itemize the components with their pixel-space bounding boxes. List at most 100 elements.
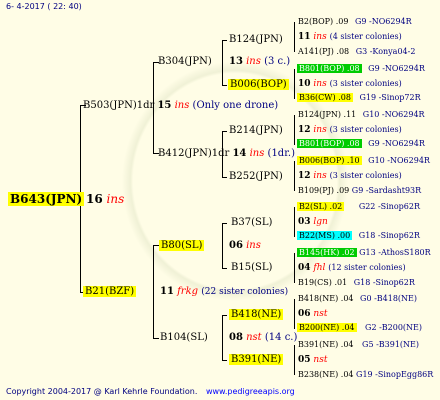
gen3-b-label: B006(BOP) — [228, 79, 289, 90]
gen4-11-info: G9 -Sardasht93R — [351, 186, 422, 195]
connector-g2-b-2 — [222, 177, 227, 178]
gen2-c-num: 06 — [229, 240, 243, 251]
gen2-d-ins: nst — [246, 332, 262, 343]
gen4-row-19: 06 nst — [298, 309, 327, 319]
gen4-row-9[interactable]: B006(BOP) .10 G10 -NO6294R — [297, 156, 430, 165]
gen4-row-12[interactable]: B2(SL) .02 G22 -Sinop62R — [297, 202, 420, 211]
gen4-row-8[interactable]: B801(BOP) .08 G9 -NO6294R — [297, 139, 425, 148]
gen2-c-ins: ins — [246, 240, 261, 251]
gen3-h-node[interactable]: B391(NE) — [229, 354, 284, 365]
gen4-23-info: G19 -SinopEgg86R — [356, 370, 434, 379]
gen3-g-label: B418(NE) — [229, 309, 284, 320]
gen4-13-ins: lgn — [313, 217, 328, 227]
connector-g3-b — [294, 69, 295, 99]
gen2a-ins: ins — [246, 56, 261, 67]
gen4-7-ins: ins — [313, 125, 327, 135]
gen3-c-label: B214(JPN) — [229, 125, 283, 136]
connector-g3-h — [294, 345, 295, 375]
gen4-row-23[interactable]: B238(NE) .04 G19 -SinopEgg86R — [298, 370, 433, 379]
gen4-22-label: 05 — [298, 355, 311, 365]
gen3-c-node[interactable]: B214(JPN) — [229, 125, 283, 136]
gen4-4-label: 10 — [298, 79, 311, 89]
gen4-8-label: B801(BOP) .08 — [297, 139, 362, 148]
gen3-b-node[interactable]: B006(BOP) — [228, 79, 289, 90]
gen4-row-21[interactable]: B391(NE) .04 G5 -B391(NE) — [298, 340, 419, 349]
connector-g3-c — [294, 115, 295, 145]
gen1-top-note: (Only one drone) — [192, 100, 279, 111]
gen4-row-0[interactable]: B2(BOP) .09 G9 -NO6294R — [298, 17, 412, 26]
gen4-21-label: B391(NE) .04 — [298, 340, 354, 349]
gen4-0-label: B2(BOP) .09 — [298, 17, 349, 26]
gen3-f-label: B15(SL) — [231, 262, 273, 273]
gen4-row-17[interactable]: B19(CS) .01 G18 -Sinop62R — [298, 278, 415, 287]
gen4-10-label: 12 — [298, 171, 311, 181]
gen4-row-5[interactable]: B36(CW) .08 G19 -Sinop72R — [297, 93, 421, 102]
gen3-g-node[interactable]: B418(NE) — [229, 309, 284, 320]
gen4-row-18[interactable]: B418(NE) .04 G0 -B418(NE) — [298, 294, 417, 303]
gen4-3-info: G9 -NO6294R — [368, 64, 425, 73]
gen1-bottom-node[interactable]: B21(BZF) — [83, 286, 137, 297]
gen2-b-note: (1dr.) — [267, 148, 295, 159]
footer-copyright: Copyright 2004-2017 @ Karl Kehrle Founda… — [6, 387, 198, 396]
gen4-6-label: B124(JPN) .11 — [298, 110, 357, 119]
connector-g1-bottom — [153, 245, 154, 338]
gen4-row-14[interactable]: B22(MS) .00 G18 -Sinop62R — [297, 231, 420, 240]
gen4-11-label: B109(PJ) .09 — [298, 186, 350, 195]
gen4-row-13: 03 lgn — [298, 217, 328, 227]
gen2a-info: 13 ins (3 c.) — [229, 56, 290, 67]
connector-g3-f — [294, 253, 295, 283]
gen4-9-label: B006(BOP) .10 — [297, 156, 362, 165]
gen2-d-node[interactable]: B104(SL) — [160, 332, 208, 343]
gen4-12-info: G22 -Sinop62R — [358, 202, 420, 211]
connector-g3-a — [294, 22, 295, 52]
gen4-22-ins: nst — [313, 355, 328, 365]
gen1-bottom-info: 11 frkg (22 sister colonies) — [160, 286, 288, 297]
gen4-15-info: G13 -AthosS180R — [359, 248, 431, 257]
gen4-10-ins: ins — [313, 171, 327, 181]
gen4-7-note: (3 sister colonies) — [329, 125, 402, 134]
gen4-row-16: 04 fhl (12 sister colonies) — [298, 263, 406, 273]
gen1-top-label: B503(JPN)1dr — [83, 100, 155, 111]
gen4-5-label: B36(CW) .08 — [297, 93, 353, 102]
gen4-row-15[interactable]: B145(HK) .02 G13 -AthosS180R — [297, 248, 431, 257]
footer-url[interactable]: www.pedigreeapis.org — [206, 387, 295, 396]
gen4-row-20[interactable]: B200(NE) .04 G2 -B200(NE) — [297, 323, 422, 332]
connector-g1-bottom-b — [153, 338, 159, 339]
gen4-14-info: G18 -Sinop62R — [358, 231, 420, 240]
gen4-row-2[interactable]: A141(PJ) .08 G3 -Konya04-2 — [298, 47, 415, 56]
gen4-16-label: 04 — [298, 263, 311, 273]
gen4-20-info: G2 -B200(NE) — [365, 323, 423, 332]
gen4-19-label: 06 — [298, 309, 311, 319]
gen4-1-label: 11 — [298, 32, 311, 42]
gen3-e-node[interactable]: B37(SL) — [231, 217, 272, 228]
gen2-a-node[interactable]: B304(JPN) — [158, 56, 212, 67]
gen2-c-info: 06 ins — [229, 240, 261, 251]
gen2-a-label: B304(JPN) — [158, 56, 212, 67]
gen3-h-label: B391(NE) — [229, 354, 284, 365]
gen4-4-note: (3 sister colonies) — [329, 79, 402, 88]
root-ins: ins — [106, 192, 125, 206]
gen4-row-3[interactable]: B801(BOP) .08 G9 -NO6294R — [297, 64, 425, 73]
gen4-2-label: A141(PJ) .08 — [298, 47, 350, 56]
gen3-a-label: B124(JPN) — [229, 34, 283, 45]
gen3-f-node[interactable]: B15(SL) — [231, 262, 272, 273]
gen1-bottom-note: (22 sister colonies) — [201, 287, 289, 297]
gen4-7-label: 12 — [298, 125, 311, 135]
header-date: 6- 4-2017 ( 22: 40) — [6, 2, 82, 11]
gen4-row-11[interactable]: B109(PJ) .09 G9 -Sardasht93R — [298, 186, 421, 195]
gen1-top-node[interactable]: B503(JPN)1dr 15 ins (Only one drone) — [83, 100, 278, 111]
connector-g2-c-1 — [222, 223, 227, 224]
gen2-d-info: 08 nst (14 c.) — [229, 332, 297, 343]
gen3-a-node[interactable]: B124(JPN) — [229, 34, 283, 45]
gen2-c-label: B80(SL) — [159, 240, 205, 251]
gen1-top-ins: ins — [174, 100, 190, 111]
connector-g2-d-2 — [222, 360, 227, 361]
root-node[interactable]: B643(JPN) — [8, 192, 85, 206]
gen2-c-node[interactable]: B80(SL) — [159, 240, 205, 251]
gen2-b-node[interactable]: B412(JPN)1dr 14 ins (1dr.) — [158, 148, 295, 159]
gen3-d-node[interactable]: B252(JPN) — [229, 171, 283, 182]
gen2-b-label: B412(JPN)1dr — [158, 148, 230, 159]
gen4-0-info: G9 -NO6294R — [355, 17, 412, 26]
gen4-row-6[interactable]: B124(JPN) .11 G10 -NO6294R — [298, 110, 425, 119]
gen4-3-label: B801(BOP) .08 — [297, 64, 362, 73]
